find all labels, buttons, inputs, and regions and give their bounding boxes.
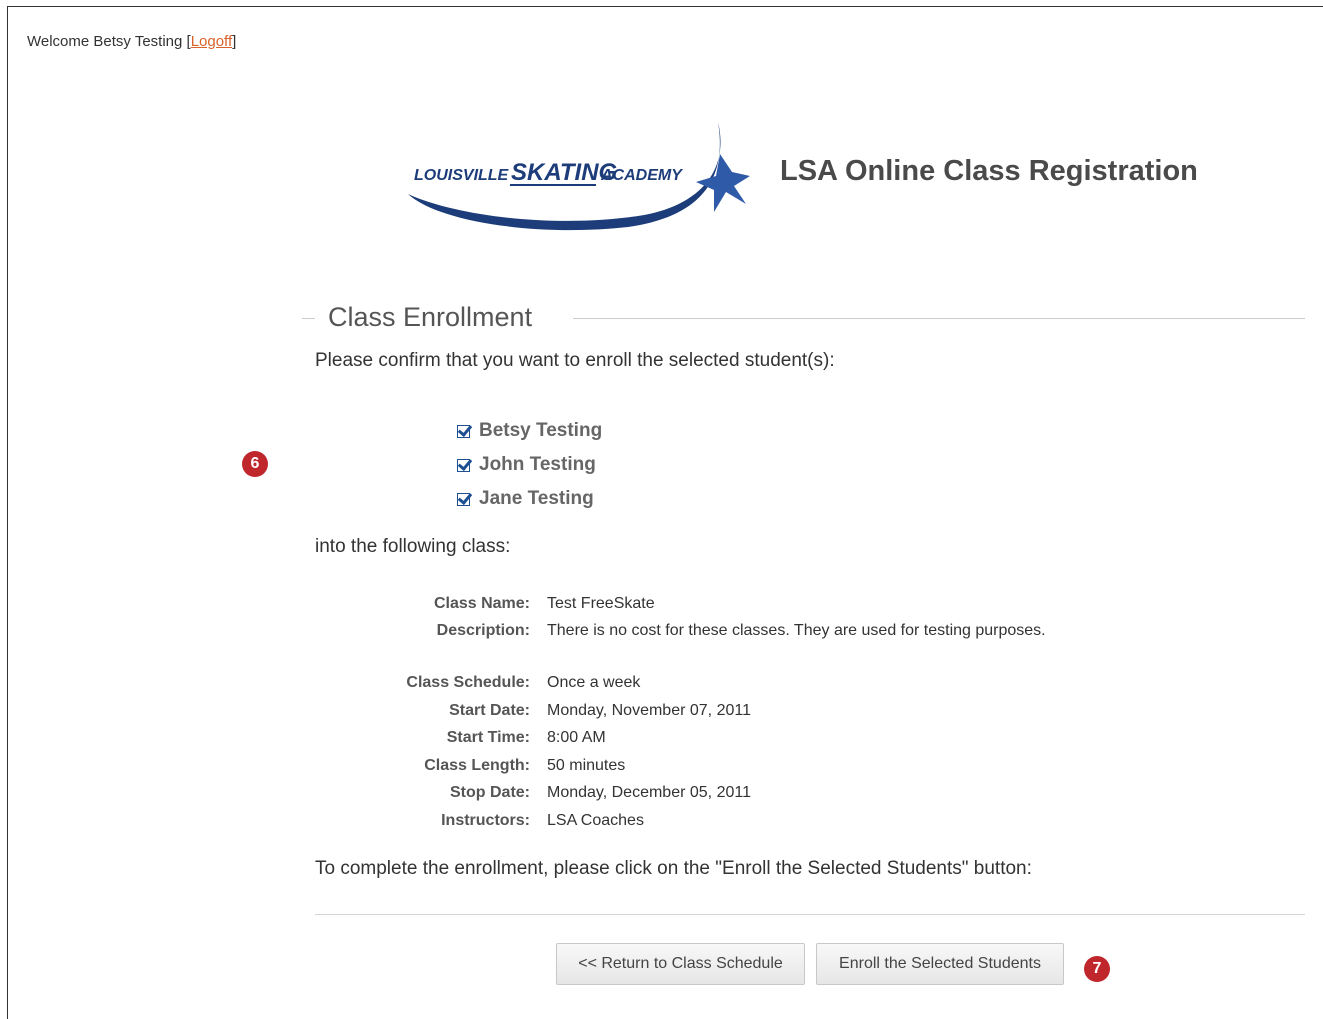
section-divider xyxy=(315,914,1305,915)
step-marker-7: 7 xyxy=(1084,956,1110,982)
detail-row-stop-date: Stop Date: Monday, December 05, 2011 xyxy=(300,780,1046,808)
logo-star xyxy=(696,154,750,212)
detail-value: LSA Coaches xyxy=(547,811,644,829)
welcome-bar: Welcome Betsy Testing [Logoff] xyxy=(27,33,236,50)
student-checkbox[interactable] xyxy=(457,424,470,438)
step-marker-6: 6 xyxy=(242,451,268,477)
legend-rule-right xyxy=(573,318,1305,319)
logo-text-academy: ACADEMY xyxy=(600,167,683,184)
detail-value: Test FreeSkate xyxy=(547,594,655,612)
detail-label: Class Name: xyxy=(433,594,530,612)
into-text: into the following class: xyxy=(315,536,511,557)
detail-value: Monday, December 05, 2011 xyxy=(547,784,751,802)
detail-row-schedule: Class Schedule: Once a week xyxy=(300,669,1046,697)
complete-instructions: To complete the enrollment, please click… xyxy=(315,858,1032,879)
detail-label: Stop Date: xyxy=(450,784,530,802)
detail-row-description: Description: There is no cost for these … xyxy=(300,618,1046,646)
logoff-link[interactable]: Logoff xyxy=(191,33,232,50)
detail-label: Start Time: xyxy=(446,729,530,747)
detail-row-class-name: Class Name: Test FreeSkate xyxy=(300,590,1046,618)
logo-text-louisville: LOUISVILLE xyxy=(414,167,510,184)
detail-value: There is no cost for these classes. They… xyxy=(547,622,1046,640)
welcome-bracket: ] xyxy=(232,33,237,50)
class-details: Class Name: Test FreeSkate Description: … xyxy=(300,590,1046,835)
student-list: Betsy Testing John Testing Jane Testing xyxy=(457,414,602,516)
enroll-students-button[interactable]: Enroll the Selected Students xyxy=(816,943,1064,985)
student-item[interactable]: Jane Testing xyxy=(457,482,602,516)
detail-label: Instructors: xyxy=(441,811,530,829)
detail-label: Class Length: xyxy=(424,756,530,774)
detail-value: 8:00 AM xyxy=(547,729,606,747)
student-name: Betsy Testing xyxy=(479,420,603,441)
lsa-logo: LOUISVILLE SKATING ACADEMY xyxy=(408,122,750,231)
detail-value: Once a week xyxy=(547,673,641,691)
student-name: Jane Testing xyxy=(479,488,594,509)
detail-row-class-length: Class Length: 50 minutes xyxy=(300,752,1046,780)
return-to-schedule-button[interactable]: << Return to Class Schedule xyxy=(556,943,805,985)
student-name: John Testing xyxy=(479,454,596,475)
detail-value: Monday, November 07, 2011 xyxy=(547,701,751,719)
app-title: LSA Online Class Registration xyxy=(780,155,1198,187)
student-item[interactable]: Betsy Testing xyxy=(457,414,602,448)
intro-text: Please confirm that you want to enroll t… xyxy=(315,350,835,371)
detail-label: Class Schedule: xyxy=(406,673,530,691)
detail-value: 50 minutes xyxy=(547,756,626,774)
logo-underline xyxy=(510,184,596,186)
student-checkbox[interactable] xyxy=(457,492,470,506)
student-checkbox[interactable] xyxy=(457,458,470,472)
detail-row-start-date: Start Date: Monday, November 07, 2011 xyxy=(300,697,1046,725)
legend-rule-left xyxy=(302,318,315,319)
section-title: Class Enrollment xyxy=(328,302,533,332)
detail-label: Start Date: xyxy=(449,701,530,719)
detail-label: Description: xyxy=(436,622,530,640)
detail-row-instructors: Instructors: LSA Coaches xyxy=(300,807,1046,835)
detail-row-start-time: Start Time: 8:00 AM xyxy=(300,724,1046,752)
welcome-text: Welcome Betsy Testing [ xyxy=(27,33,191,50)
student-item[interactable]: John Testing xyxy=(457,448,602,482)
